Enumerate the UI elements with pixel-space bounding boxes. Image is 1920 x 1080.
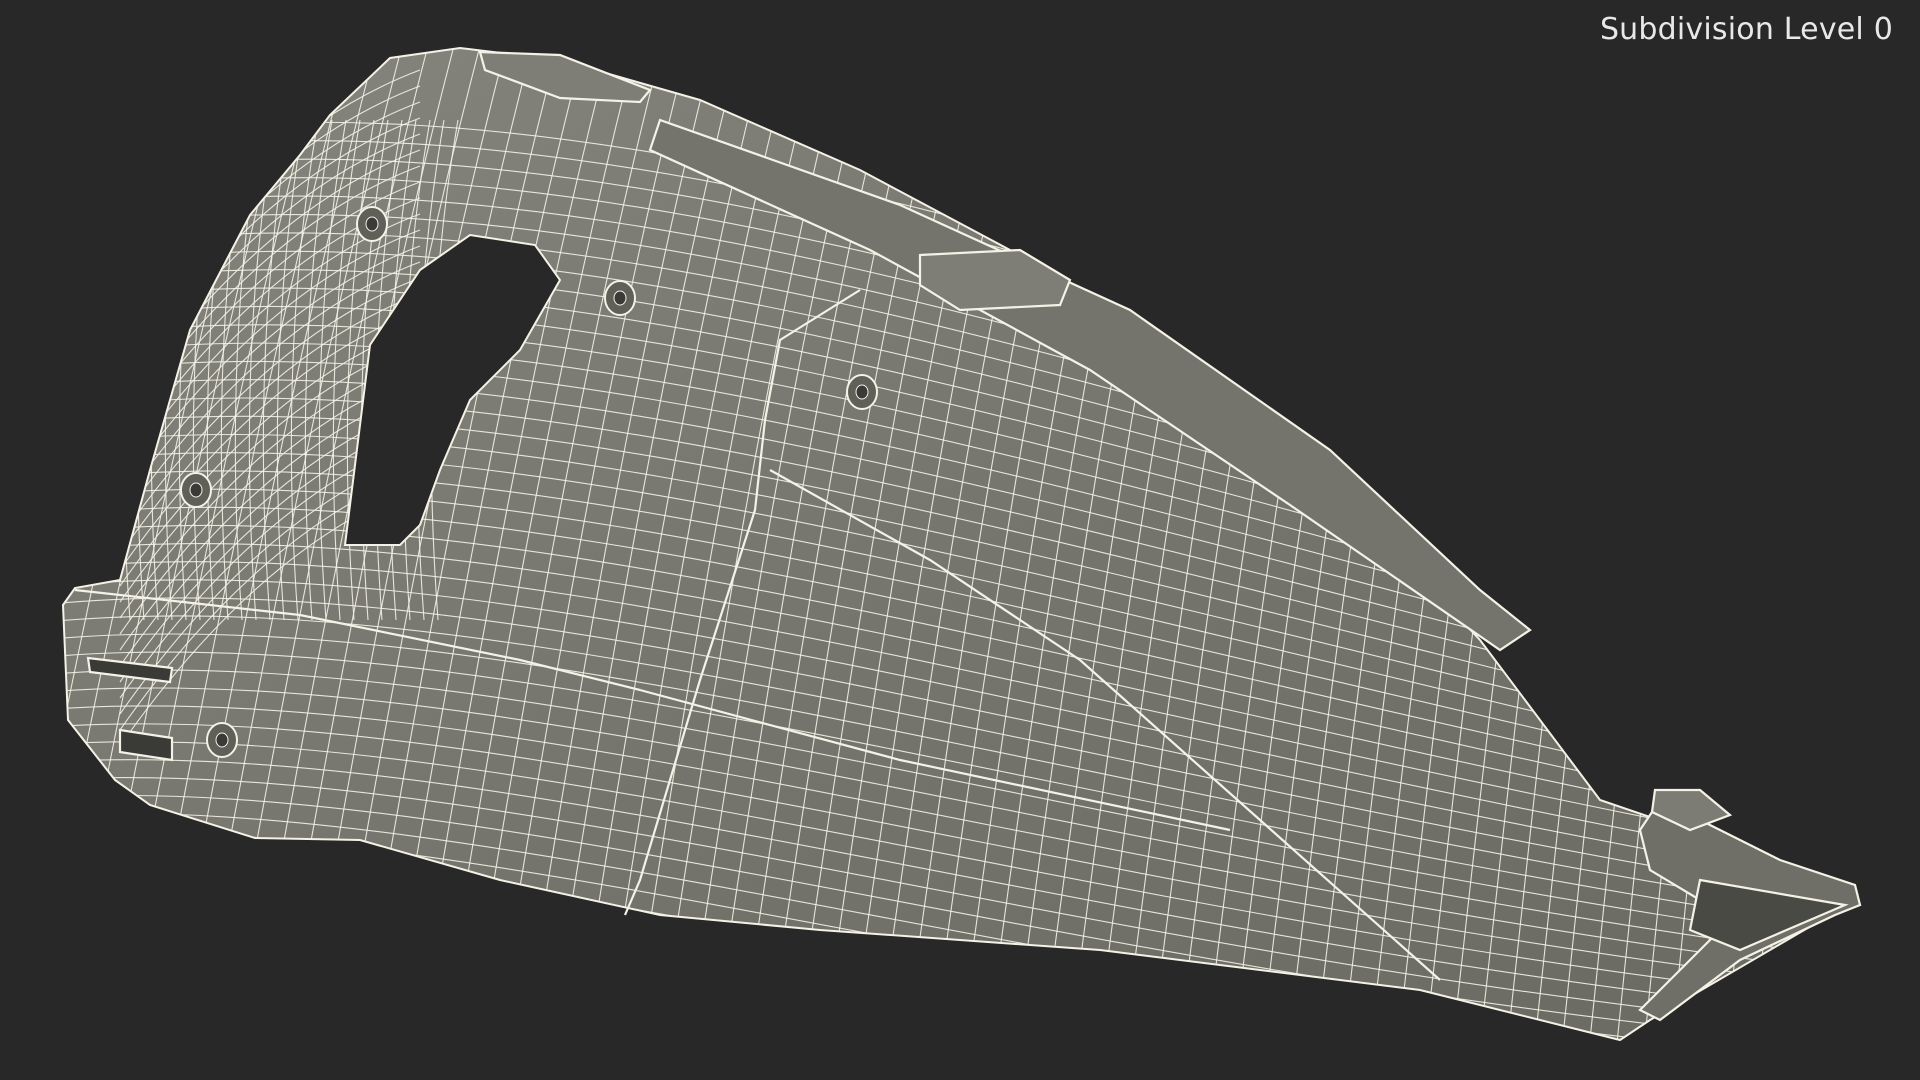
vacuum-wireframe-model [61, 46, 1862, 1042]
screw-hole-center [215, 732, 229, 748]
render-viewport: Subdivision Level 0 [0, 0, 1920, 1080]
screw-hole-center [613, 290, 627, 306]
screw-hole-center [189, 482, 203, 498]
screw-hole-center [365, 216, 379, 232]
mesh-section-line [1832, 48, 1860, 1040]
mesh-section-line [1859, 48, 1860, 1040]
screw-hole-center [855, 384, 869, 400]
